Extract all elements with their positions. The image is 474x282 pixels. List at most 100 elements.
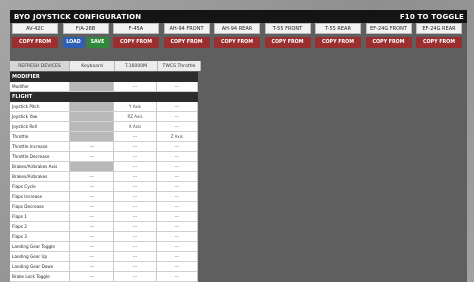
twcs-binding-cell[interactable]: --- [157,212,198,221]
action-label: Brakes/Airbrakes [10,172,71,181]
keyboard-binding-cell[interactable]: --- [70,242,115,251]
twcs-binding-cell[interactable]: Z Axis [157,132,198,141]
t16000m-binding-cell[interactable]: --- [114,82,157,91]
t16000m-binding-cell[interactable]: --- [114,252,157,261]
action-label: Throttle Increase [10,142,71,151]
twcs-binding-cell[interactable]: --- [157,242,198,251]
action-label: Landing Gear Up [10,252,71,261]
keyboard-binding-cell[interactable] [70,162,115,171]
module-name: AV-42C [12,23,58,34]
t16000m-binding-cell[interactable]: --- [114,182,157,191]
twcs-binding-cell[interactable]: --- [157,232,198,241]
keyboard-binding-cell[interactable]: --- [70,192,115,201]
t16000m-binding-cell[interactable]: --- [114,192,157,201]
keyboard-binding-cell[interactable] [70,122,115,131]
module-buttons: COPY FROM [416,37,462,48]
binding-row: Throttle --- Z Axis [10,132,198,142]
t16000m-binding-cell[interactable]: --- [114,272,157,281]
twcs-binding-cell[interactable]: --- [157,102,198,111]
binding-row: Throttle Increase --- --- --- [10,142,198,152]
action-label: Modifier [10,82,71,91]
binding-row: Flaps Decrease --- --- --- [10,202,198,212]
binding-row: Flaps 3 --- --- --- [10,232,198,242]
copy-from-button[interactable]: COPY FROM [264,37,311,48]
twcs-binding-cell[interactable]: --- [157,162,198,171]
keyboard-binding-cell[interactable]: --- [70,202,115,211]
twcs-binding-cell[interactable]: --- [157,112,198,121]
twcs-binding-cell[interactable]: --- [157,192,198,201]
copy-from-button[interactable]: COPY FROM [113,37,159,48]
keyboard-binding-cell[interactable]: --- [70,212,115,221]
column-twcs-throttle: TWCS Throttle [158,61,201,71]
copy-from-button[interactable]: COPY FROM [416,37,462,48]
keyboard-binding-cell[interactable]: --- [70,142,115,151]
keyboard-binding-cell[interactable]: --- [70,252,115,261]
binding-row: Flaps 2 --- --- --- [10,222,198,232]
module-2: F-45A COPY FROM [113,23,159,48]
module-name: T-55 FRONT [264,23,311,34]
twcs-binding-cell[interactable]: --- [157,262,198,271]
keyboard-binding-cell[interactable]: --- [70,272,115,281]
keyboard-binding-cell[interactable]: --- [70,152,115,161]
twcs-binding-cell[interactable]: --- [157,152,198,161]
t16000m-binding-cell[interactable]: RZ Axis [114,112,157,121]
t16000m-binding-cell[interactable]: Y Axis [114,102,157,111]
twcs-binding-cell[interactable]: --- [157,202,198,211]
twcs-binding-cell[interactable]: --- [157,252,198,261]
keyboard-binding-cell[interactable]: --- [70,222,115,231]
column-keyboard: Keyboard [70,61,115,71]
t16000m-binding-cell[interactable]: --- [114,212,157,221]
copy-from-button[interactable]: COPY FROM [365,37,412,48]
twcs-binding-cell[interactable]: --- [157,272,198,281]
t16000m-binding-cell[interactable]: --- [114,202,157,211]
module-name: F-45A [113,23,159,34]
binding-row: Landing Gear Up --- --- --- [10,252,198,262]
keyboard-binding-cell[interactable] [70,132,115,141]
action-label: Brake Lock Toggle [10,272,71,281]
t16000m-binding-cell[interactable]: --- [114,222,157,231]
twcs-binding-cell[interactable]: --- [157,222,198,231]
keyboard-binding-cell[interactable] [70,82,115,91]
t16000m-binding-cell[interactable]: --- [114,162,157,171]
action-label: Flaps Decrease [10,202,71,211]
keyboard-binding-cell[interactable]: --- [70,172,115,181]
refresh-devices-button[interactable]: REFRESH DEVICES [10,61,70,71]
keyboard-binding-cell[interactable]: --- [70,262,115,271]
t16000m-binding-cell[interactable]: --- [114,172,157,181]
twcs-binding-cell[interactable]: --- [157,172,198,181]
action-label: Flaps 2 [10,222,71,231]
copy-from-button[interactable]: COPY FROM [163,37,210,48]
twcs-binding-cell[interactable]: --- [157,182,198,191]
t16000m-binding-cell[interactable]: --- [114,142,157,151]
module-name: AH-94 REAR [214,23,260,34]
module-7: EF-24G FRONT COPY FROM [365,23,412,48]
t16000m-binding-cell[interactable]: --- [114,262,157,271]
twcs-binding-cell[interactable]: --- [157,142,198,151]
module-name: AH-94 FRONT [163,23,210,34]
t16000m-binding-cell[interactable]: --- [114,242,157,251]
keyboard-binding-cell[interactable]: --- [70,232,115,241]
action-label: Joystick Roll [10,122,71,131]
keyboard-binding-cell[interactable] [70,102,115,111]
keyboard-binding-cell[interactable]: --- [70,182,115,191]
binding-row: Throttle Decrease --- --- --- [10,152,198,162]
t16000m-binding-cell[interactable]: --- [114,132,157,141]
binding-row: Flaps Increase --- --- --- [10,192,198,202]
load-button[interactable]: LOAD [62,37,85,48]
module-8: EF-24G REAR COPY FROM [416,23,462,48]
keyboard-binding-cell[interactable] [70,112,115,121]
action-label: Flaps 3 [10,232,71,241]
t16000m-binding-cell[interactable]: --- [114,152,157,161]
copy-from-button[interactable]: COPY FROM [12,37,58,48]
t16000m-binding-cell[interactable]: X Axis [114,122,157,131]
twcs-binding-cell[interactable]: --- [157,82,198,91]
binding-row: Brake Lock Toggle --- --- --- [10,272,198,282]
module-6: T-55 REAR COPY FROM [315,23,361,48]
copy-from-button[interactable]: COPY FROM [315,37,361,48]
t16000m-binding-cell[interactable]: --- [114,232,157,241]
column-t16000m: T.16000M [115,61,158,71]
save-button[interactable]: SAVE [86,37,109,48]
copy-from-button[interactable]: COPY FROM [214,37,260,48]
twcs-binding-cell[interactable]: --- [157,122,198,131]
binding-row: Joystick Pitch Y Axis --- [10,102,198,112]
